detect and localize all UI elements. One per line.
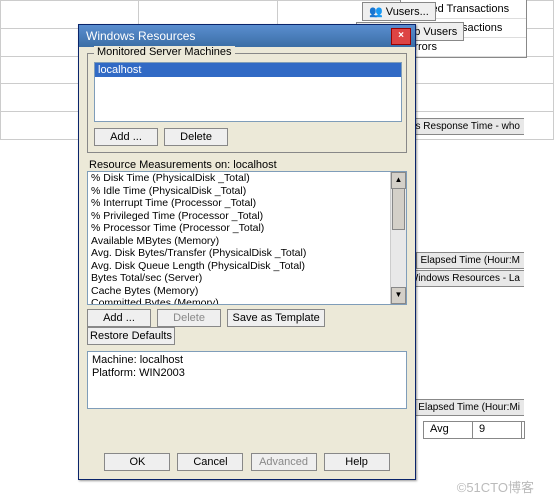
list-item[interactable]: Available MBytes (Memory)	[88, 235, 406, 248]
elapsed-time-label-1: Elapsed Time (Hour:M	[416, 252, 524, 269]
save-template-button[interactable]: Save as Template	[227, 309, 325, 327]
delete-measurement-button: Delete	[157, 309, 221, 327]
dialog-bottom-buttons: OK Cancel Advanced Help	[79, 453, 415, 471]
list-item[interactable]: % Interrupt Time (Processor _Total)	[88, 197, 406, 210]
watermark: ©51CTO博客	[457, 477, 534, 496]
list-item[interactable]: Bytes Total/sec (Server)	[88, 272, 406, 285]
list-item[interactable]: Cache Bytes (Memory)	[88, 285, 406, 298]
windows-resources-label: Windows Resources - La	[404, 270, 524, 287]
list-item[interactable]: Avg. Disk Bytes/Transfer (PhysicalDisk _…	[88, 247, 406, 260]
list-item[interactable]: % Processor Time (Processor _Total)	[88, 222, 406, 235]
ok-button[interactable]: OK	[104, 453, 170, 471]
machine-info-box: Machine: localhost Platform: WIN2003	[87, 351, 407, 409]
elapsed-time-label-2: Elapsed Time (Hour:Mi	[413, 399, 524, 416]
scroll-down-icon[interactable]: ▼	[391, 287, 406, 304]
measurements-listbox[interactable]: % Disk Time (PhysicalDisk _Total) % Idle…	[87, 171, 407, 305]
list-item[interactable]: % Idle Time (PhysicalDisk _Total)	[88, 185, 406, 198]
vusers-button[interactable]: 👥 Vusers...	[362, 2, 436, 21]
cancel-button[interactable]: Cancel	[177, 453, 243, 471]
machine-line: Machine: localhost	[92, 354, 402, 367]
servers-listbox[interactable]: localhost	[94, 62, 402, 122]
add-server-button[interactable]: Add ...	[94, 128, 158, 146]
avg-value: 9	[473, 422, 522, 438]
vusers-icon: 👥	[369, 6, 386, 18]
list-item[interactable]: Avg. Disk Queue Length (PhysicalDisk _To…	[88, 260, 406, 273]
measurement-buttons: Add ... Delete Save as Template Restore …	[87, 309, 407, 345]
titlebar[interactable]: Windows Resources ×	[79, 25, 415, 47]
dialog-title: Windows Resources	[83, 29, 391, 43]
restore-defaults-button[interactable]: Restore Defaults	[87, 327, 175, 345]
platform-line: Platform: WIN2003	[92, 367, 402, 380]
windows-resources-dialog: Windows Resources × Monitored Server Mac…	[78, 24, 416, 480]
server-item-localhost[interactable]: localhost	[95, 63, 401, 77]
add-measurement-button[interactable]: Add ...	[87, 309, 151, 327]
scroll-thumb[interactable]	[392, 188, 405, 230]
measurements-label: Resource Measurements on: localhost	[89, 159, 405, 171]
list-item[interactable]: Committed Bytes (Memory)	[88, 297, 406, 305]
group-legend: Monitored Server Machines	[94, 46, 235, 58]
delete-server-button[interactable]: Delete	[164, 128, 228, 146]
scroll-up-icon[interactable]: ▲	[391, 172, 406, 189]
help-button[interactable]: Help	[324, 453, 390, 471]
scrollbar[interactable]: ▲ ▼	[390, 172, 406, 304]
avg-row: Avg 9	[423, 421, 525, 439]
avg-label: Avg	[424, 422, 473, 438]
advanced-button: Advanced	[251, 453, 317, 471]
close-icon[interactable]: ×	[391, 28, 411, 45]
list-item[interactable]: % Privileged Time (Processor _Total)	[88, 210, 406, 223]
monitored-servers-group: Monitored Server Machines localhost Add …	[87, 53, 407, 153]
list-item[interactable]: % Disk Time (PhysicalDisk _Total)	[88, 172, 406, 185]
